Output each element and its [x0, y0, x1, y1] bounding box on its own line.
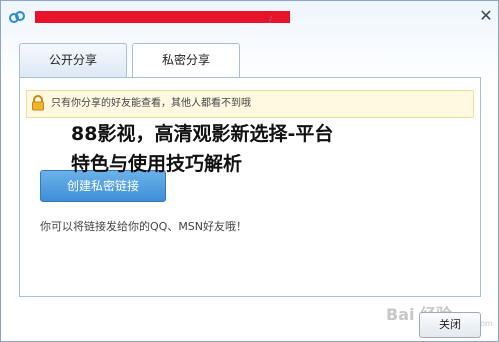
- overlay-headline: 88影视，高清观影新选择-平台 特色与使用技巧解析: [71, 119, 431, 179]
- overlay-line-1: 88影视，高清观影新选择-平台: [71, 123, 334, 145]
- title-bar: / ✕: [1, 1, 498, 35]
- lock-icon: [32, 95, 44, 111]
- tab-private-share[interactable]: 私密分享: [132, 43, 240, 78]
- overlay-line-2: 特色与使用技巧解析: [71, 153, 243, 175]
- close-button[interactable]: 关闭: [419, 312, 481, 338]
- share-hint-text: 你可以将链接发给你的QQ、MSN好友哦！: [40, 220, 248, 233]
- share-cloud-icon: [9, 11, 25, 23]
- redacted-title: [35, 11, 290, 23]
- title-tail: /: [269, 15, 273, 25]
- close-icon[interactable]: ✕: [477, 7, 495, 25]
- private-share-panel: 只有你分享的好友能查看，其他人都看不到哦 创建私密链接 你可以将链接发给你的QQ…: [19, 77, 481, 297]
- share-dialog: / ✕ 公开分享 私密分享 只有你分享的好友能查看，其他人都看不到哦 创建私密链…: [0, 0, 499, 342]
- tab-public-share[interactable]: 公开分享: [19, 43, 127, 77]
- notice-text: 只有你分享的好友能查看，其他人都看不到哦: [51, 98, 251, 109]
- privacy-notice: 只有你分享的好友能查看，其他人都看不到哦: [26, 90, 474, 118]
